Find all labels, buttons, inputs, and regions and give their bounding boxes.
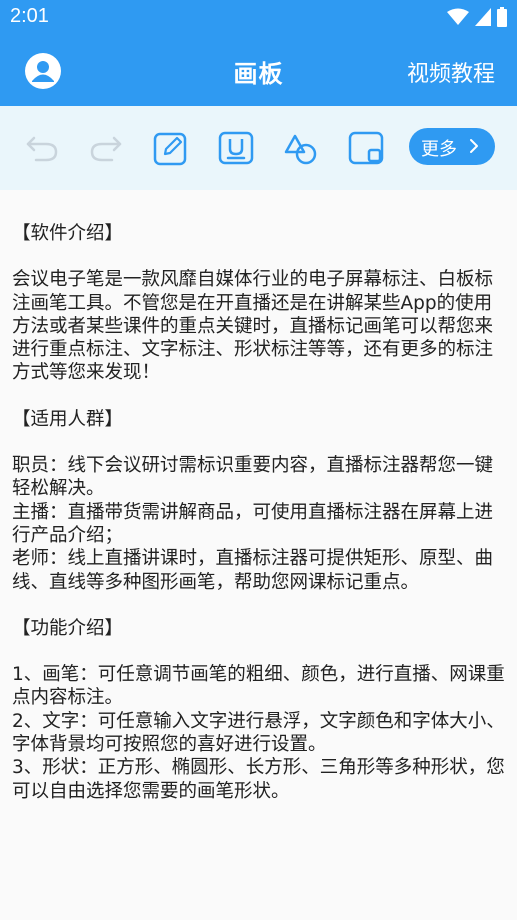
status-bar: 2:01 [0, 0, 517, 34]
section-title: 【适用人群】 [12, 408, 124, 430]
list-item: 老师：线上直播讲课时，直播标注器可提供矩形、原型、曲线、直线等多种图形画笔，帮助… [12, 548, 494, 593]
redo-icon[interactable] [88, 130, 124, 166]
list-item: 3、形状：正方形、椭圆形、长方形、三角形等多种形状，您可以自由选择您需要的画笔形… [12, 757, 505, 802]
status-icons [447, 7, 507, 27]
video-tutorial-link[interactable]: 视频教程 [407, 56, 495, 88]
text-tool-icon[interactable] [218, 130, 254, 166]
battery-icon [497, 7, 507, 27]
more-label: 更多 [421, 139, 457, 160]
list-item: 职员：线下会议研讨需标识重要内容，直播标注器帮您一键轻松解决。 [12, 455, 494, 500]
status-time: 2:01 [10, 5, 49, 27]
shapes-icon[interactable] [283, 130, 319, 166]
wifi-icon [447, 8, 469, 25]
pen-icon[interactable] [153, 130, 189, 166]
undo-icon[interactable] [24, 130, 60, 166]
signal-icon [475, 8, 491, 26]
chevron-right-icon [470, 139, 478, 153]
more-button[interactable]: 更多 [409, 128, 495, 165]
section-body: 会议电子笔是一款风靡自媒体行业的电子屏幕标注、白板标注画笔工具。不管您是在开直播… [12, 269, 494, 384]
background-icon[interactable] [348, 130, 384, 166]
list-item: 主播：直播带货需讲解商品，可使用直播标注器在屏幕上进行产品介绍； [12, 501, 494, 546]
list-item: 2、文字：可任意输入文字进行悬浮，文字颜色和字体大小、字体背景均可按照您的喜好进… [12, 710, 505, 756]
section-title: 【软件介绍】 [12, 223, 124, 244]
description-content: 【软件介绍】 会议电子笔是一款风靡自媒体行业的电子屏幕标注、白板标注画笔工具。不… [12, 222, 507, 803]
section-title: 【功能介绍】 [12, 617, 124, 639]
list-item: 1、画笔：可任意调节画笔的粗细、颜色，进行直播、网课重点内容标注。 [12, 664, 505, 709]
app-bar: 画板 视频教程 [0, 34, 517, 106]
